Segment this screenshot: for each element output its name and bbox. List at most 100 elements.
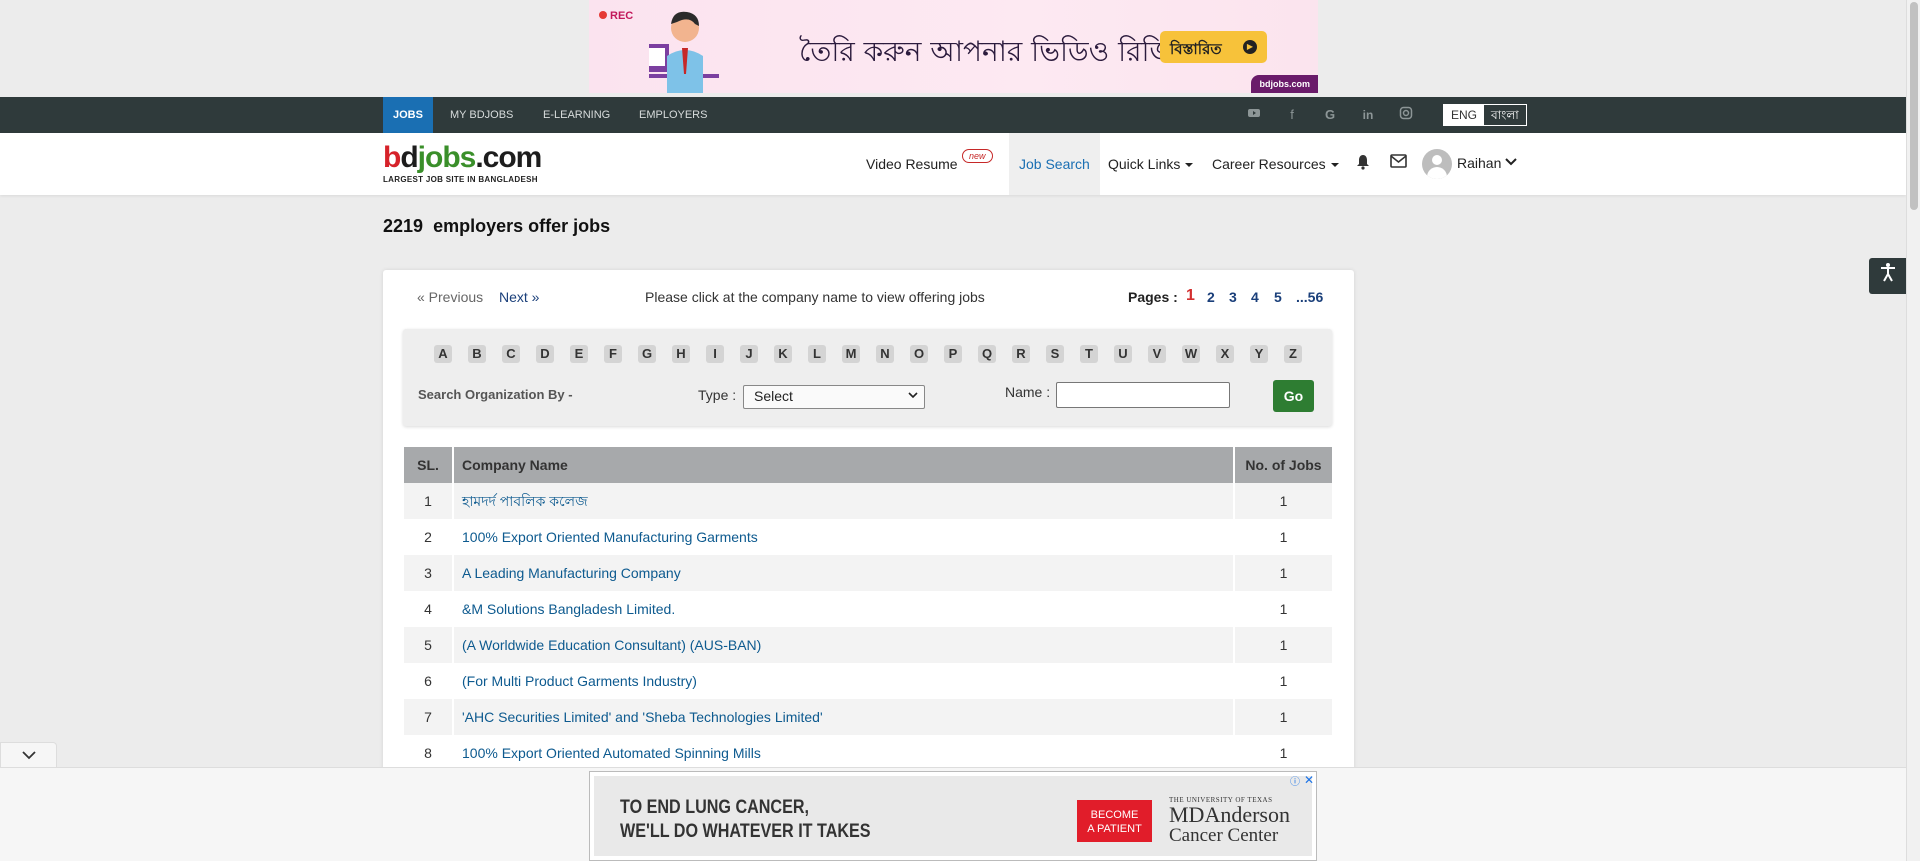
next-link[interactable]: Next » bbox=[499, 289, 539, 305]
company-link[interactable]: 'AHC Securities Limited' and 'Sheba Tech… bbox=[454, 699, 1233, 735]
instagram-icon[interactable] bbox=[1397, 106, 1415, 124]
previous-link[interactable]: « Previous bbox=[417, 289, 483, 305]
letter-filter-b[interactable]: B bbox=[468, 345, 486, 363]
letter-filter-c[interactable]: C bbox=[502, 345, 520, 363]
menu-video-resume[interactable]: Video Resume bbox=[866, 133, 958, 195]
letter-filter-x[interactable]: X bbox=[1216, 345, 1234, 363]
letter-filter-p[interactable]: P bbox=[944, 345, 962, 363]
avatar[interactable] bbox=[1422, 149, 1452, 179]
cta-line-2: A PATIENT bbox=[1087, 823, 1142, 835]
career-resources-label: Career Resources bbox=[1212, 156, 1326, 172]
letter-filter-m[interactable]: M bbox=[842, 345, 860, 363]
letter-filter-g[interactable]: G bbox=[638, 345, 656, 363]
chevron-down-icon[interactable] bbox=[1504, 156, 1518, 170]
letter-filter-e[interactable]: E bbox=[570, 345, 588, 363]
bell-icon[interactable] bbox=[1355, 154, 1371, 175]
column-header-company: Company Name bbox=[454, 447, 1233, 483]
menu-job-search[interactable]: Job Search bbox=[1009, 133, 1100, 195]
become-patient-button[interactable]: BECOME A PATIENT bbox=[1077, 800, 1152, 842]
bdjobs-logo[interactable]: bdjobs.com LARGEST JOB SITE IN BANGLADES… bbox=[383, 143, 542, 185]
lang-eng[interactable]: ENG bbox=[1444, 105, 1485, 125]
letter-filter-a[interactable]: A bbox=[434, 345, 452, 363]
logo-tagline: LARGEST JOB SITE IN BANGLADESH bbox=[383, 175, 538, 184]
facebook-icon[interactable]: f bbox=[1283, 106, 1301, 124]
letter-filter-f[interactable]: F bbox=[604, 345, 622, 363]
letter-filter-y[interactable]: Y bbox=[1250, 345, 1268, 363]
letter-filter-d[interactable]: D bbox=[536, 345, 554, 363]
close-icon[interactable]: ✕ bbox=[1304, 773, 1314, 787]
row-job-count: 1 bbox=[1279, 529, 1288, 545]
user-name[interactable]: Raihan bbox=[1457, 155, 1501, 171]
table-header: SL. Company Name No. of Jobs bbox=[404, 447, 1332, 483]
table-row: 2 100% Export Oriented Manufacturing Garm… bbox=[404, 519, 1332, 555]
chevron-down-icon bbox=[908, 390, 918, 403]
page-link-2[interactable]: 2 bbox=[1207, 289, 1215, 305]
page-scrollbar[interactable] bbox=[1906, 0, 1920, 861]
letter-filter-v[interactable]: V bbox=[1148, 345, 1166, 363]
ad-info-icon[interactable]: ⓘ bbox=[1290, 773, 1300, 788]
company-link[interactable]: (A Worldwide Education Consultant) (AUS-… bbox=[454, 627, 1233, 663]
table-row: 3A Leading Manufacturing Company 1 bbox=[404, 555, 1332, 591]
letter-filter-i[interactable]: I bbox=[706, 345, 724, 363]
page-link-4[interactable]: 4 bbox=[1251, 289, 1259, 305]
ad-headline: তৈরি করুন আপনার ভিডিও রিজিউমি bbox=[799, 35, 1220, 68]
row-sl: 6 bbox=[424, 673, 432, 689]
letter-filter-t[interactable]: T bbox=[1080, 345, 1098, 363]
ad-details-button[interactable]: বিস্তারিত ▶ bbox=[1160, 31, 1267, 63]
letter-filter-n[interactable]: N bbox=[876, 345, 894, 363]
name-input[interactable] bbox=[1056, 382, 1230, 408]
menu-career-resources[interactable]: Career Resources bbox=[1212, 133, 1339, 195]
scrollbar-thumb[interactable] bbox=[1910, 2, 1918, 210]
menu-quick-links[interactable]: Quick Links bbox=[1108, 133, 1194, 195]
accessibility-icon[interactable] bbox=[1869, 258, 1906, 294]
nav-my-bdjobs[interactable]: MY BDJOBS bbox=[440, 97, 523, 133]
go-button[interactable]: Go bbox=[1273, 380, 1314, 412]
nav-jobs[interactable]: JOBS bbox=[383, 97, 433, 133]
row-sl: 3 bbox=[404, 555, 452, 591]
top-nav-bar: JOBS MY BDJOBS E-LEARNING EMPLOYERS f G … bbox=[0, 97, 1906, 133]
quick-links-label: Quick Links bbox=[1108, 156, 1181, 172]
page-link-1[interactable]: 1 bbox=[1186, 287, 1195, 305]
letter-filter-r[interactable]: R bbox=[1012, 345, 1030, 363]
letter-filter-l[interactable]: L bbox=[808, 345, 826, 363]
rec-label: REC bbox=[599, 10, 633, 22]
type-select[interactable]: Select bbox=[743, 385, 925, 409]
letter-filter-k[interactable]: K bbox=[774, 345, 792, 363]
nav-employers[interactable]: EMPLOYERS bbox=[629, 97, 717, 133]
linkedin-icon[interactable]: in bbox=[1359, 106, 1377, 124]
letter-filter-h[interactable]: H bbox=[672, 345, 690, 363]
letter-filter-o[interactable]: O bbox=[910, 345, 928, 363]
top-banner-ad[interactable]: REC তৈরি করুন আপনার ভিডিও রিজিউমি বিস্তা… bbox=[589, 0, 1318, 93]
company-link[interactable]: হামদর্দ পাবলিক কলেজ bbox=[454, 483, 1233, 519]
page-link-last[interactable]: ...56 bbox=[1296, 289, 1323, 305]
letter-filter-w[interactable]: W bbox=[1182, 345, 1200, 363]
company-link[interactable]: &M Solutions Bangladesh Limited. bbox=[454, 591, 1233, 627]
youtube-icon[interactable] bbox=[1245, 106, 1263, 124]
letter-filter-j[interactable]: J bbox=[740, 345, 758, 363]
lang-bangla[interactable]: বাংলা bbox=[1484, 105, 1526, 125]
company-link[interactable]: 100% Export Oriented Manufacturing Garme… bbox=[454, 519, 1233, 555]
ad-line-1: TO END LUNG CANCER, bbox=[620, 797, 810, 818]
company-link[interactable]: (For Multi Product Garments Industry) bbox=[454, 663, 1233, 699]
company-link[interactable]: A Leading Manufacturing Company bbox=[454, 555, 1233, 591]
company-link[interactable]: 100% Export Oriented Automated Spinning … bbox=[454, 735, 1233, 771]
letter-filter-s[interactable]: S bbox=[1046, 345, 1064, 363]
mail-icon[interactable] bbox=[1390, 154, 1407, 173]
bottom-banner-ad[interactable]: TO END LUNG CANCER, WE'LL DO WHATEVER IT… bbox=[589, 771, 1317, 861]
collapse-ad-button[interactable] bbox=[0, 742, 57, 767]
row-job-count: 1 bbox=[1235, 627, 1332, 663]
ad-person-illustration bbox=[649, 11, 719, 93]
google-icon[interactable]: G bbox=[1321, 106, 1339, 124]
letter-filter-z[interactable]: Z bbox=[1284, 345, 1302, 363]
nav-e-learning[interactable]: E-LEARNING bbox=[533, 97, 620, 133]
row-job-count: 1 bbox=[1279, 601, 1288, 617]
page-link-3[interactable]: 3 bbox=[1229, 289, 1237, 305]
table-row: 4 &M Solutions Bangladesh Limited. 1 bbox=[404, 591, 1332, 627]
ad-content: TO END LUNG CANCER, WE'LL DO WHATEVER IT… bbox=[594, 776, 1312, 856]
row-job-count: 1 bbox=[1279, 745, 1288, 761]
row-sl: 8 bbox=[424, 745, 432, 761]
letter-filter-q[interactable]: Q bbox=[978, 345, 996, 363]
letter-filter-u[interactable]: U bbox=[1114, 345, 1132, 363]
page-link-5[interactable]: 5 bbox=[1274, 289, 1282, 305]
play-icon: ▶ bbox=[1243, 40, 1257, 54]
